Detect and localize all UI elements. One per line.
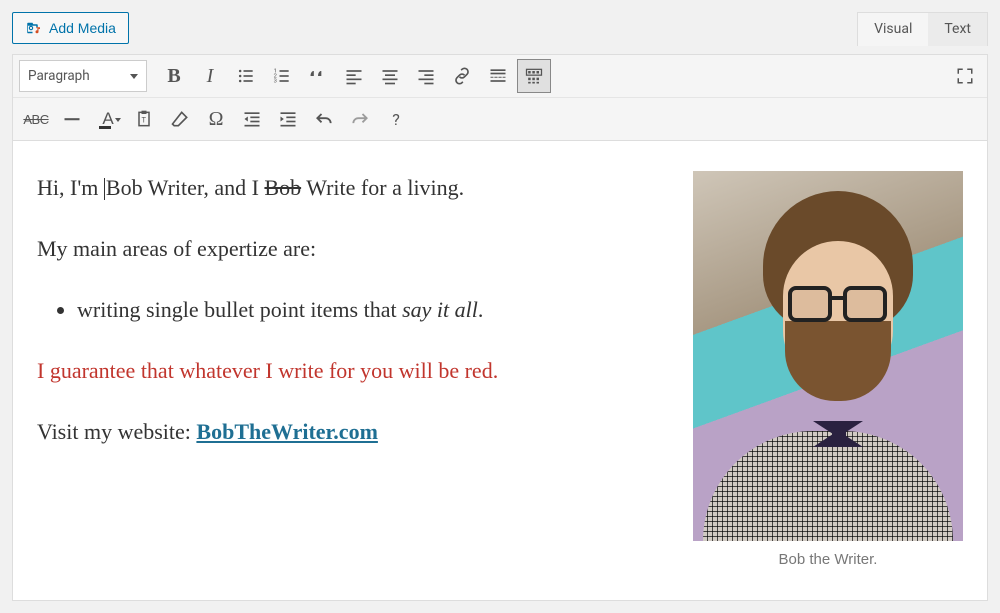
format-dropdown[interactable]: Paragraph <box>19 60 147 92</box>
toolbar-toggle-button[interactable] <box>517 59 551 93</box>
editor-container: Add Media Visual Text Paragraph B I 123 <box>0 0 1000 613</box>
increase-indent-button[interactable] <box>271 102 305 136</box>
numbered-list-button[interactable]: 123 <box>265 59 299 93</box>
inserted-image[interactable] <box>693 171 963 541</box>
paragraph-link[interactable]: Visit my website: BobTheWriter.com <box>37 415 677 448</box>
text-color-swatch <box>99 126 111 129</box>
kitchen-sink-icon <box>524 66 544 86</box>
content-area[interactable]: Hi, I'm Bob Writer, and I Bob Write for … <box>12 141 988 601</box>
text-color-button[interactable]: A <box>91 102 125 136</box>
inserted-image-figure[interactable]: Bob the Writer. <box>693 171 963 568</box>
editor-mode-tabs: Visual Text <box>857 12 988 46</box>
align-right-icon <box>416 66 436 86</box>
struck-text: Bob <box>264 175 301 200</box>
add-media-label: Add Media <box>49 20 116 36</box>
bullet-list[interactable]: writing single bullet point items that s… <box>77 293 677 326</box>
bold-button[interactable]: B <box>157 59 191 93</box>
italic-button[interactable]: I <box>193 59 227 93</box>
read-more-icon <box>488 66 508 86</box>
camera-music-icon <box>25 19 43 37</box>
tab-visual[interactable]: Visual <box>858 13 928 46</box>
toolbar-row-1: Paragraph B I 123 <box>13 55 987 98</box>
strikethrough-button[interactable]: ABC <box>19 102 53 136</box>
undo-icon <box>314 109 334 129</box>
special-character-button[interactable]: Ω <box>199 102 233 136</box>
paragraph-areas[interactable]: My main areas of expertize are: <box>37 232 677 265</box>
chevron-down-icon <box>130 74 138 79</box>
indent-icon <box>278 109 298 129</box>
clear-formatting-button[interactable] <box>163 102 197 136</box>
clipboard-icon: T <box>134 109 154 129</box>
insert-more-button[interactable] <box>481 59 515 93</box>
outdent-icon <box>242 109 262 129</box>
quote-icon <box>308 66 328 86</box>
paste-as-text-button[interactable]: T <box>127 102 161 136</box>
align-left-button[interactable] <box>337 59 371 93</box>
fullscreen-button[interactable] <box>949 60 981 92</box>
keyboard-shortcuts-button[interactable]: ? <box>379 102 413 136</box>
help-icon: ? <box>392 110 400 129</box>
undo-button[interactable] <box>307 102 341 136</box>
add-media-button[interactable]: Add Media <box>12 12 129 44</box>
align-right-button[interactable] <box>409 59 443 93</box>
tab-text[interactable]: Text <box>928 13 987 46</box>
align-center-icon <box>380 66 400 86</box>
toolbar-row-2: ABC A T Ω <box>13 98 987 140</box>
toolbar: Paragraph B I 123 <box>12 54 988 141</box>
align-center-button[interactable] <box>373 59 407 93</box>
bulleted-list-button[interactable] <box>229 59 263 93</box>
content-body[interactable]: Hi, I'm Bob Writer, and I Bob Write for … <box>37 171 677 448</box>
svg-text:T: T <box>142 115 147 124</box>
fullscreen-icon <box>956 67 974 85</box>
chevron-down-icon <box>115 118 121 122</box>
redo-button[interactable] <box>343 102 377 136</box>
link-icon <box>452 66 472 86</box>
svg-text:3: 3 <box>274 79 277 85</box>
bulleted-list-icon <box>236 66 256 86</box>
paragraph-red[interactable]: I guarantee that whatever I write for yo… <box>37 354 677 387</box>
horizontal-rule-icon <box>62 109 82 129</box>
list-item[interactable]: writing single bullet point items that s… <box>77 293 677 326</box>
horizontal-rule-button[interactable] <box>55 102 89 136</box>
italic-text: say it all <box>402 297 478 322</box>
website-link[interactable]: BobTheWriter.com <box>196 419 378 444</box>
text-cursor <box>104 178 105 200</box>
align-left-icon <box>344 66 364 86</box>
editor-top-row: Add Media Visual Text <box>12 12 988 46</box>
insert-link-button[interactable] <box>445 59 479 93</box>
paragraph-intro[interactable]: Hi, I'm Bob Writer, and I Bob Write for … <box>37 171 677 204</box>
eraser-icon <box>170 109 190 129</box>
blockquote-button[interactable] <box>301 59 335 93</box>
decrease-indent-button[interactable] <box>235 102 269 136</box>
numbered-list-icon: 123 <box>272 66 292 86</box>
image-caption[interactable]: Bob the Writer. <box>693 541 963 568</box>
format-dropdown-label: Paragraph <box>28 68 90 84</box>
redo-icon <box>350 109 370 129</box>
